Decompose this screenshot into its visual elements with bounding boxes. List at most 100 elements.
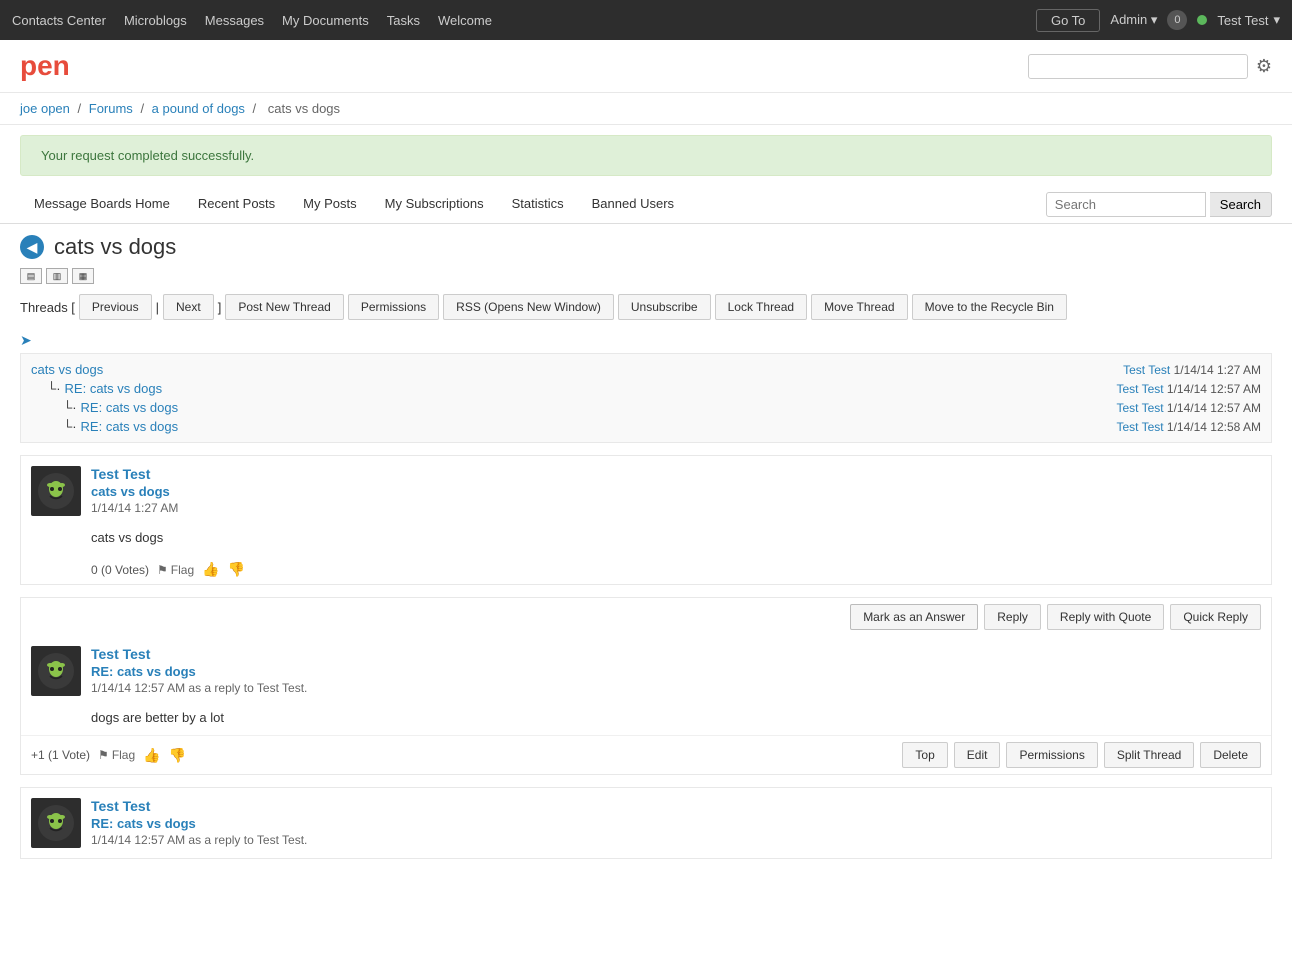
post-2-subject[interactable]: RE: cats vs dogs xyxy=(91,664,1261,679)
unsubscribe-button[interactable]: Unsubscribe xyxy=(618,294,711,320)
admin-button[interactable]: Admin ▾ xyxy=(1110,12,1157,28)
settings-icon[interactable]: ⚙ xyxy=(1256,56,1272,77)
post-2-thumbdown[interactable]: 👎 xyxy=(169,747,186,764)
flag-icon-1: ⚑ xyxy=(157,563,168,577)
post-1-header: Test Test cats vs dogs 1/14/14 1:27 AM xyxy=(21,456,1271,526)
tree-prefix-1: └· xyxy=(47,381,61,396)
notification-badge[interactable]: 0 xyxy=(1167,10,1187,30)
post-3-author[interactable]: Test Test xyxy=(91,798,150,814)
mark-as-answer-button[interactable]: Mark as an Answer xyxy=(850,604,978,630)
rss-button[interactable]: RSS (Opens New Window) xyxy=(443,294,614,320)
post-2-flag-button[interactable]: ⚑ Flag xyxy=(98,748,135,762)
breadcrumb-pound-of-dogs[interactable]: a pound of dogs xyxy=(152,101,245,116)
post-2-reply-buttons: Mark as an Answer Reply Reply with Quote… xyxy=(21,598,1271,636)
post-2-author[interactable]: Test Test xyxy=(91,646,150,662)
tree-date-2: 1/14/14 12:57 AM xyxy=(1167,401,1261,415)
delete-button[interactable]: Delete xyxy=(1200,742,1261,768)
tree-row-0: cats vs dogs Test Test 1/14/14 1:27 AM xyxy=(31,360,1261,379)
back-button[interactable]: ◀ xyxy=(20,235,44,259)
site-header: pen ⚙ xyxy=(0,40,1292,93)
nav-tasks[interactable]: Tasks xyxy=(387,13,420,28)
tree-link-2[interactable]: RE: cats vs dogs xyxy=(81,400,179,415)
post-2-bottom-left: +1 (1 Vote) ⚑ Flag 👍 👎 xyxy=(31,747,186,764)
post-1-thumbdown[interactable]: 👎 xyxy=(228,561,245,578)
tree-date-0: 1/14/14 1:27 AM xyxy=(1174,363,1261,377)
tab-my-subscriptions[interactable]: My Subscriptions xyxy=(371,186,498,223)
user-online-dot xyxy=(1197,15,1207,25)
tree-link-0[interactable]: cats vs dogs xyxy=(31,362,103,377)
tree-row-1: └· RE: cats vs dogs Test Test 1/14/14 12… xyxy=(47,379,1261,398)
post-3-header: Test Test RE: cats vs dogs 1/14/14 12:57… xyxy=(21,788,1271,858)
thread-nav-arrow: ➤ xyxy=(20,332,1272,353)
top-button[interactable]: Top xyxy=(902,742,947,768)
move-thread-button[interactable]: Move Thread xyxy=(811,294,907,320)
edit-button[interactable]: Edit xyxy=(954,742,1001,768)
post-2-thumbup[interactable]: 👍 xyxy=(143,747,160,764)
view-icon-list[interactable]: ▤ xyxy=(20,268,42,284)
tab-message-boards-home[interactable]: Message Boards Home xyxy=(20,186,184,223)
reply-with-quote-button[interactable]: Reply with Quote xyxy=(1047,604,1164,630)
post-1-author[interactable]: Test Test xyxy=(91,466,150,482)
post-1-flag-button[interactable]: ⚑ Flag xyxy=(157,563,194,577)
post-1: Test Test cats vs dogs 1/14/14 1:27 AM c… xyxy=(20,455,1272,585)
post-1-date: 1/14/14 1:27 AM xyxy=(91,501,1261,515)
view-icon-split[interactable]: ▥ xyxy=(46,268,68,284)
user-menu-button[interactable]: Test Test ▾ xyxy=(1217,12,1280,28)
next-button[interactable]: Next xyxy=(163,294,214,320)
nav-messages[interactable]: Messages xyxy=(205,13,264,28)
nav-right: Go To Admin ▾ 0 Test Test ▾ xyxy=(1036,9,1280,32)
view-icon-grid[interactable]: ▦ xyxy=(72,268,94,284)
post-1-body: cats vs dogs xyxy=(21,526,1271,555)
post-1-meta: Test Test cats vs dogs 1/14/14 1:27 AM xyxy=(91,466,1261,515)
thread-title: cats vs dogs xyxy=(54,234,176,260)
header-search-input[interactable] xyxy=(1028,54,1248,79)
post-2-avatar xyxy=(31,646,81,696)
tab-my-posts[interactable]: My Posts xyxy=(289,186,370,223)
tree-row-3: └· RE: cats vs dogs Test Test 1/14/14 12… xyxy=(63,417,1261,436)
view-icons: ▤ ▥ ▦ xyxy=(20,268,1272,284)
breadcrumb-sep-3: / xyxy=(253,101,260,116)
lock-thread-button[interactable]: Lock Thread xyxy=(715,294,808,320)
tree-author-1[interactable]: Test Test xyxy=(1116,382,1163,396)
previous-button[interactable]: Previous xyxy=(79,294,152,320)
permissions-button[interactable]: Permissions xyxy=(348,294,439,320)
post-2-bottom-bar: +1 (1 Vote) ⚑ Flag 👍 👎 Top Edit Permissi… xyxy=(21,735,1271,774)
tree-prefix-2: └· xyxy=(63,400,77,415)
tab-statistics[interactable]: Statistics xyxy=(498,186,578,223)
post-1-subject[interactable]: cats vs dogs xyxy=(91,484,1261,499)
tree-link-1[interactable]: RE: cats vs dogs xyxy=(65,381,163,396)
tree-author-2[interactable]: Test Test xyxy=(1116,401,1163,415)
post-2-bottom-right: Top Edit Permissions Split Thread Delete xyxy=(902,742,1261,768)
post-permissions-button[interactable]: Permissions xyxy=(1006,742,1097,768)
split-thread-button[interactable]: Split Thread xyxy=(1104,742,1194,768)
post-2-header: Test Test RE: cats vs dogs 1/14/14 12:57… xyxy=(21,636,1271,706)
success-message: Your request completed successfully. xyxy=(20,135,1272,176)
tree-link-3[interactable]: RE: cats vs dogs xyxy=(81,419,179,434)
breadcrumb-forums[interactable]: Forums xyxy=(89,101,133,116)
post-3-subject[interactable]: RE: cats vs dogs xyxy=(91,816,1261,831)
post-3-date: 1/14/14 12:57 AM as a reply to Test Test… xyxy=(91,833,1261,847)
nav-welcome[interactable]: Welcome xyxy=(438,13,492,28)
post-1-thumbup[interactable]: 👍 xyxy=(202,561,219,578)
go-to-button[interactable]: Go To xyxy=(1036,9,1100,32)
breadcrumb-joe-open[interactable]: joe open xyxy=(20,101,70,116)
post-2-meta: Test Test RE: cats vs dogs 1/14/14 12:57… xyxy=(91,646,1261,695)
tabs-search-input[interactable] xyxy=(1046,192,1206,217)
threads-label: Threads [ xyxy=(20,300,75,315)
nav-my-documents[interactable]: My Documents xyxy=(282,13,369,28)
reply-button[interactable]: Reply xyxy=(984,604,1041,630)
nav-microblogs[interactable]: Microblogs xyxy=(124,13,187,28)
tree-author-3[interactable]: Test Test xyxy=(1116,420,1163,434)
move-to-recycle-bin-button[interactable]: Move to the Recycle Bin xyxy=(912,294,1067,320)
tree-author-0[interactable]: Test Test xyxy=(1123,363,1170,377)
breadcrumb-sep-2: / xyxy=(140,101,147,116)
breadcrumb: joe open / Forums / a pound of dogs / ca… xyxy=(0,93,1292,125)
tabs-search-button[interactable]: Search xyxy=(1210,192,1272,217)
quick-reply-button[interactable]: Quick Reply xyxy=(1170,604,1261,630)
sep-1: | xyxy=(156,300,159,315)
main-content: ◀ cats vs dogs ▤ ▥ ▦ Threads [ Previous … xyxy=(0,224,1292,881)
nav-contacts-center[interactable]: Contacts Center xyxy=(12,13,106,28)
post-new-thread-button[interactable]: Post New Thread xyxy=(225,294,344,320)
tab-recent-posts[interactable]: Recent Posts xyxy=(184,186,289,223)
tab-banned-users[interactable]: Banned Users xyxy=(578,186,688,223)
